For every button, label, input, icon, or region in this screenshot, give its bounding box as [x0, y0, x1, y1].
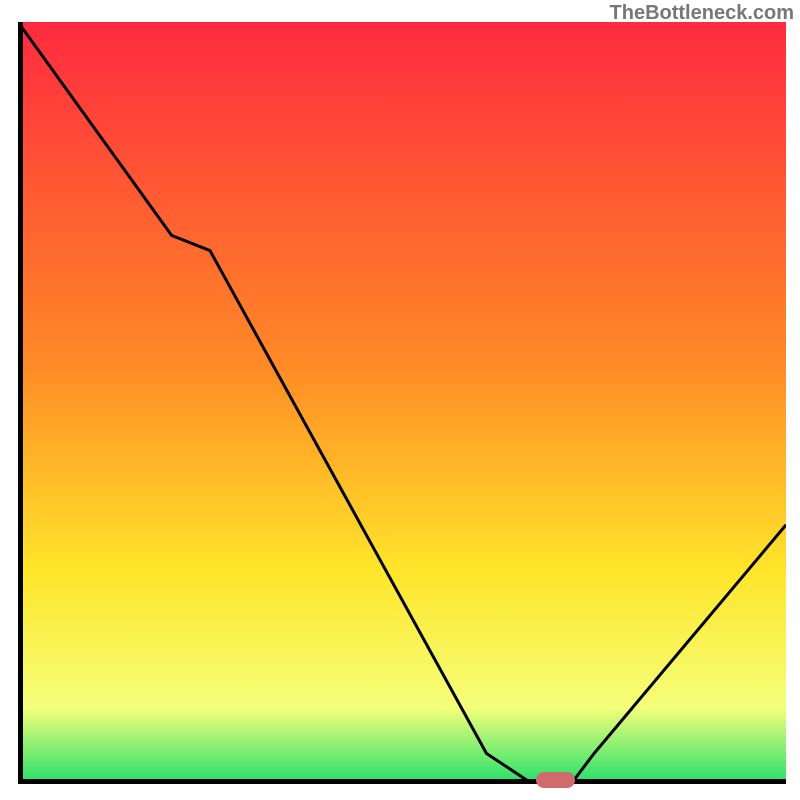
- optimal-marker: [536, 772, 574, 788]
- bottleneck-chart: [18, 22, 786, 784]
- chart-container: TheBottleneck.com: [0, 0, 800, 800]
- x-axis: [18, 779, 786, 784]
- y-axis: [18, 22, 23, 784]
- gradient-bg: [18, 22, 786, 784]
- watermark-text: TheBottleneck.com: [610, 2, 794, 25]
